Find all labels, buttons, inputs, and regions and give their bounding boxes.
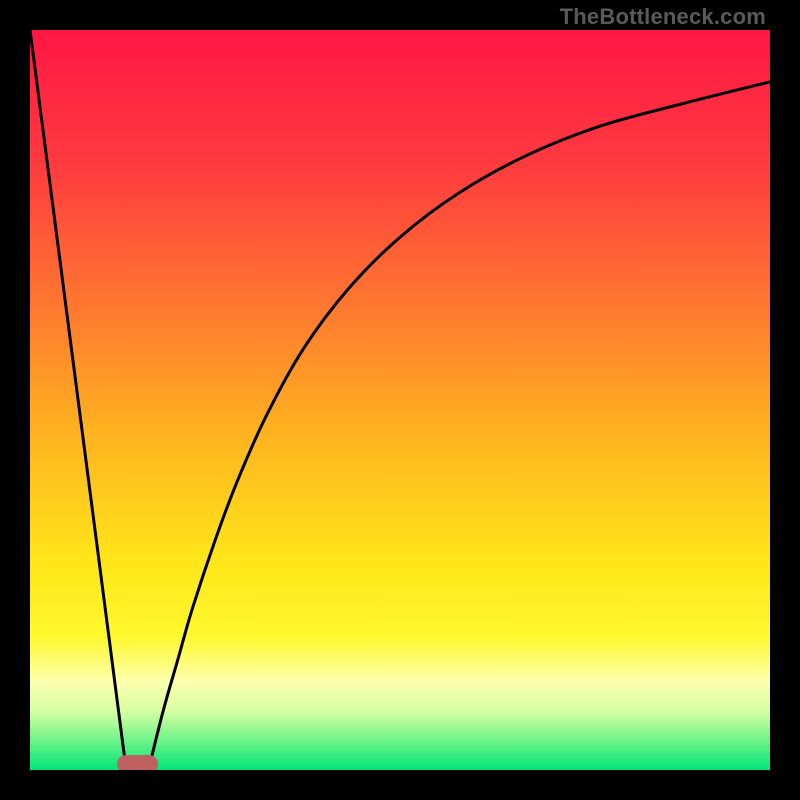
watermark-text: TheBottleneck.com bbox=[560, 4, 766, 30]
right-curve-line bbox=[148, 82, 770, 770]
bottleneck-marker bbox=[117, 755, 158, 770]
left-slope-line bbox=[30, 30, 126, 770]
chart-frame: TheBottleneck.com bbox=[0, 0, 800, 800]
plot-area bbox=[30, 30, 770, 770]
chart-curves bbox=[30, 30, 770, 770]
